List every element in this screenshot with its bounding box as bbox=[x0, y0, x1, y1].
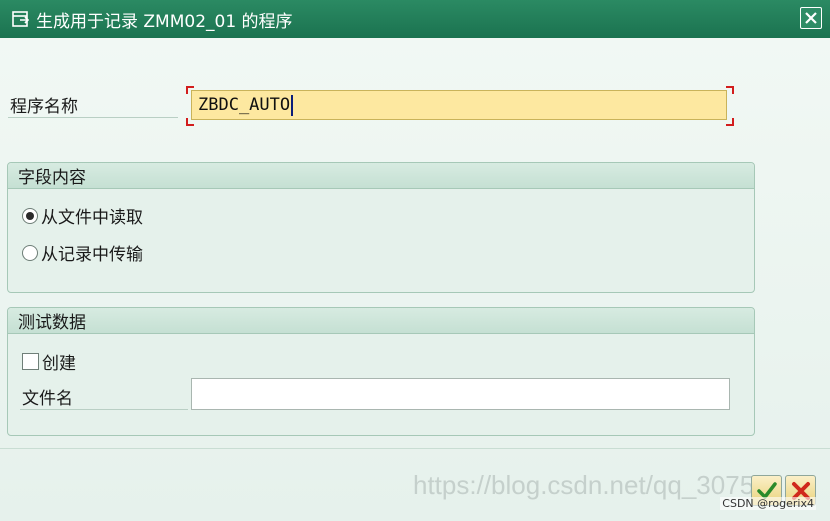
required-marker bbox=[726, 86, 734, 94]
field-contents-group: 字段内容 从文件中读取 从记录中传输 bbox=[7, 162, 755, 293]
required-marker bbox=[726, 118, 734, 126]
field-contents-header: 字段内容 bbox=[8, 163, 754, 189]
file-name-label: 文件名 bbox=[20, 382, 188, 410]
credit-text: CSDN @rogerix4 bbox=[720, 497, 816, 510]
radio-label: 从记录中传输 bbox=[41, 245, 143, 265]
program-name-field[interactable]: ZBDC_AUTO bbox=[186, 86, 734, 126]
close-icon bbox=[805, 12, 817, 24]
radio-read-from-file[interactable]: 从文件中读取 bbox=[22, 203, 143, 228]
radio-transfer-from-recording[interactable]: 从记录中传输 bbox=[22, 240, 143, 265]
radio-button-selected[interactable] bbox=[22, 207, 38, 224]
dialog-icon bbox=[10, 8, 32, 30]
create-checkbox-row[interactable]: 创建 bbox=[22, 349, 76, 374]
title-bar: 生成用于记录 ZMM02_01 的程序 bbox=[0, 0, 830, 38]
watermark-text: https://blog.csdn.net/qq_3075 bbox=[413, 470, 755, 500]
radio-dot bbox=[26, 211, 34, 220]
footer-divider bbox=[0, 448, 830, 449]
create-label: 创建 bbox=[42, 354, 76, 374]
file-name-input[interactable] bbox=[191, 378, 730, 410]
close-button[interactable] bbox=[800, 7, 822, 29]
program-name-value: ZBDC_AUTO bbox=[198, 95, 291, 115]
radio-button[interactable] bbox=[22, 244, 38, 261]
window-title: 生成用于记录 ZMM02_01 的程序 bbox=[36, 11, 293, 32]
radio-label: 从文件中读取 bbox=[41, 208, 143, 228]
test-data-group: 测试数据 创建 文件名 bbox=[7, 307, 755, 436]
test-data-header: 测试数据 bbox=[8, 308, 754, 334]
program-name-label: 程序名称 bbox=[8, 90, 178, 118]
program-name-input[interactable]: ZBDC_AUTO bbox=[191, 90, 727, 120]
create-checkbox[interactable] bbox=[22, 353, 39, 370]
text-caret bbox=[291, 94, 294, 116]
